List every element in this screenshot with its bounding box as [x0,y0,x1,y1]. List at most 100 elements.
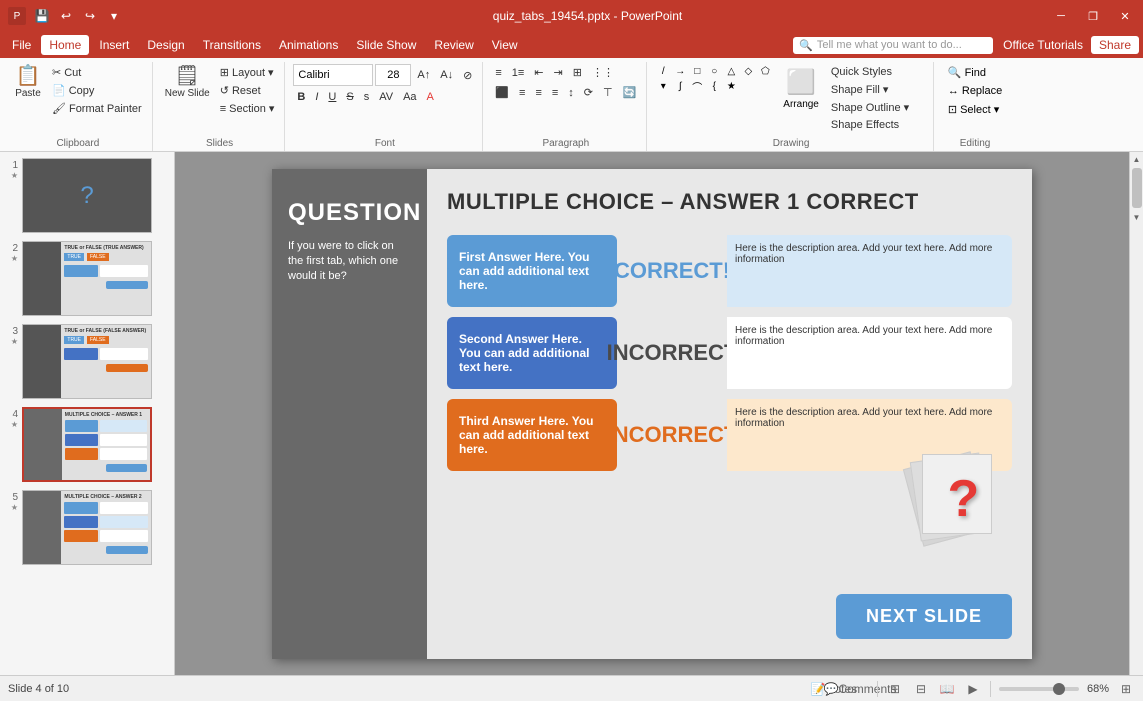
justify-button[interactable]: ≡ [548,85,562,101]
fit-to-window-button[interactable]: ⊞ [1117,680,1135,698]
select-button[interactable]: ⊡ Select ▾ [942,101,1008,118]
title-bar: P 💾 ↩ ↪ ▾ quiz_tabs_19454.pptx - PowerPo… [0,0,1143,32]
shape-fill-button[interactable]: Shape Fill ▾ [827,81,927,98]
next-slide-button[interactable]: NEXT SLIDE [836,594,1012,639]
scroll-up-arrow[interactable]: ▲ [1130,152,1143,166]
menu-home[interactable]: Home [41,35,89,55]
arrange-button[interactable]: ⬜ Arrange [777,64,825,114]
scroll-down-arrow[interactable]: ▼ [1130,210,1143,224]
menu-animations[interactable]: Animations [271,35,346,55]
menu-transitions[interactable]: Transitions [195,35,269,55]
align-left-button[interactable]: ⬛ [491,84,513,101]
office-tutorials-link[interactable]: Office Tutorials [1003,38,1083,52]
restore-button[interactable]: ❐ [1083,6,1103,26]
redo-button[interactable]: ↪ [80,6,100,26]
slide-thumb-4[interactable]: 4 ★ MULTIPLE CHOICE – ANSWER 1 [4,405,170,484]
spacing-button[interactable]: AV [375,89,397,105]
diamond-shape[interactable]: ◇ [740,64,756,78]
slide-thumb-2[interactable]: 2 ★ TRUE or FALSE (TRUE ANSWER) TRUE FAL… [4,239,170,318]
change-case-button[interactable]: Aa [399,89,420,105]
bold-button[interactable]: B [293,89,309,105]
decrease-font-button[interactable]: A↓ [436,67,457,83]
increase-font-button[interactable]: A↑ [413,67,434,83]
menu-review[interactable]: Review [426,35,481,55]
menu-slideshow[interactable]: Slide Show [348,35,424,55]
reset-button[interactable]: ↺ Reset [216,82,279,99]
reading-view-button[interactable]: 📖 [938,680,956,698]
paste-button[interactable]: 📋 Paste [10,64,46,101]
slide-thumb-5[interactable]: 5 ★ MULTIPLE CHOICE – ANSWER 2 [4,488,170,567]
scroll-thumb[interactable] [1132,168,1142,208]
close-button[interactable]: ✕ [1115,6,1135,26]
menu-design[interactable]: Design [139,35,192,55]
font-size-input[interactable]: 28 [375,64,411,86]
align-right-button[interactable]: ≡ [531,85,545,101]
search-box[interactable]: 🔍 Tell me what you want to do... [793,37,993,54]
shadow-button[interactable]: s [360,89,374,105]
smart-art-button[interactable]: ⊞ [569,64,586,81]
curve-shape[interactable]: ∫ [672,79,688,93]
decrease-indent-button[interactable]: ⇤ [530,64,547,81]
increase-indent-button[interactable]: ⇥ [550,64,567,81]
line-shape[interactable]: / [655,64,671,78]
answer-box-3[interactable]: Third Answer Here. You can add additiona… [447,399,617,471]
bracket-shape[interactable]: { [706,79,722,93]
find-button[interactable]: 🔍 Find [942,64,1008,81]
strikethrough-button[interactable]: S [342,89,357,105]
answer-box-2[interactable]: Second Answer Here. You can add addition… [447,317,617,389]
convert-smartart-button[interactable]: 🔄 [619,84,641,101]
shape-outline-button[interactable]: Shape Outline ▾ [827,99,927,116]
font-name-input[interactable]: Calibri [293,64,373,86]
share-button[interactable]: Share [1091,36,1139,54]
copy-button[interactable]: 📄 Copy [48,82,146,99]
zoom-thumb[interactable] [1053,683,1065,695]
save-button[interactable]: 💾 [32,6,52,26]
shape-effects-button[interactable]: Shape Effects [827,117,927,133]
bullets-button[interactable]: ≡ [491,65,505,81]
arrow-shape[interactable]: → [672,64,688,78]
slide-thumb-3[interactable]: 3 ★ TRUE or FALSE (FALSE ANSWER) TRUE FA… [4,322,170,401]
line-spacing-button[interactable]: ↕ [564,85,578,101]
more-shapes[interactable]: ▾ [655,79,671,93]
triangle-shape[interactable]: △ [723,64,739,78]
connector-shape[interactable]: ⌒ [689,79,705,93]
minimize-button[interactable]: ─ [1051,6,1071,26]
align-text-button[interactable]: ⊤ [599,84,617,101]
answer-box-1[interactable]: First Answer Here. You can add additiona… [447,235,617,307]
circle-shape[interactable]: ○ [706,64,722,78]
rect-shape[interactable]: □ [689,64,705,78]
slide-left-panel: QUESTION If you were to click on the fir… [272,169,427,659]
normal-view-button[interactable]: ⊞ [886,680,904,698]
pentagon-shape[interactable]: ⬠ [757,64,773,78]
numbering-button[interactable]: 1≡ [508,65,529,81]
slideshow-button[interactable]: ▶ [964,680,982,698]
format-painter-button[interactable]: 🖌 Format Painter [48,100,146,117]
zoom-slider[interactable] [999,687,1079,691]
app-icon: P [8,7,26,25]
font-color-button[interactable]: A [423,89,438,105]
replace-button[interactable]: ↔ Replace [942,83,1008,99]
underline-button[interactable]: U [324,89,340,105]
section-button[interactable]: ≡ Section ▾ [216,100,279,117]
ribbon-clipboard-group: 📋 Paste ✂ Cut 📄 Copy 🖌 Format Painter Cl… [4,62,153,151]
title-bar-right: ─ ❐ ✕ [1051,6,1135,26]
slide-thumb-1[interactable]: 1 ★ ? [4,156,170,235]
customize-button[interactable]: ▾ [104,6,124,26]
align-center-button[interactable]: ≡ [515,85,529,101]
slide-sorter-button[interactable]: ⊟ [912,680,930,698]
star-shape[interactable]: ★ [723,79,739,93]
cut-button[interactable]: ✂ Cut [48,64,146,81]
new-slide-button[interactable]: 🗒 New Slide [161,64,214,101]
columns-button[interactable]: ⋮⋮ [588,64,618,81]
text-direction-button[interactable]: ⟳ [580,84,597,101]
quick-styles-button[interactable]: Quick Styles [827,64,927,80]
italic-button[interactable]: I [311,89,322,105]
menu-file[interactable]: File [4,35,39,55]
comments-button[interactable]: 💬 Comments [851,680,869,698]
menu-view[interactable]: View [484,35,526,55]
menu-insert[interactable]: Insert [91,35,137,55]
undo-button[interactable]: ↩ [56,6,76,26]
layout-button[interactable]: ⊞ Layout ▾ [216,64,279,81]
result-label-2: INCORRECT [617,317,727,389]
clear-format-button[interactable]: ⊘ [459,67,476,84]
